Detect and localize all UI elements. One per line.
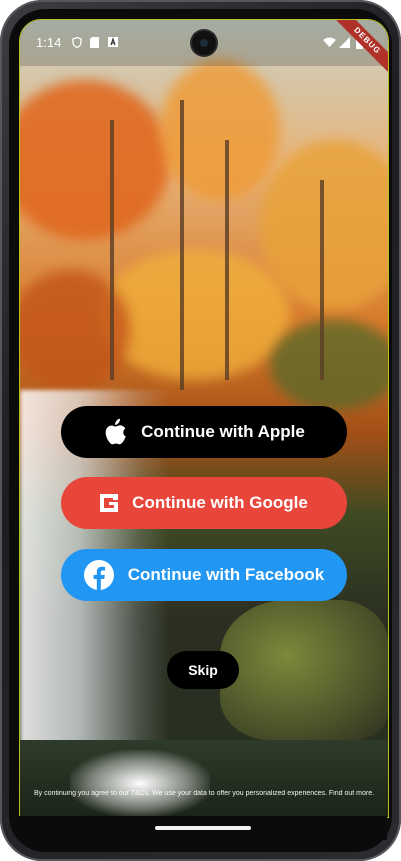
tree-trunk [110,120,114,380]
tree-trunk [320,180,324,380]
foliage [100,250,290,380]
status-time: 1:14 [36,35,62,50]
sim-card-icon [90,37,99,51]
shield-icon [72,36,82,51]
skip-button[interactable]: Skip [167,651,239,689]
tree-trunk [180,100,184,390]
signal-icon [339,37,350,51]
continue-with-facebook-button[interactable]: Continue with Facebook [61,549,347,601]
status-bar: 1:14 DEBUG [20,20,388,77]
foliage [160,60,280,200]
foliage [270,320,388,410]
a-icon [108,37,118,50]
apple-button-label: Continue with Apple [141,422,305,441]
app-screen: 1:14 DEBUG Continue with Apple Continue … [19,19,389,818]
google-icon [100,494,119,512]
continue-with-google-button[interactable]: Continue with Google [61,477,347,529]
apple-icon [103,418,127,446]
facebook-icon [83,560,114,590]
mossy-rock [220,600,388,740]
google-button-label: Continue with Google [132,493,308,512]
wifi-icon [323,37,336,50]
waterfall-mist [70,750,210,817]
front-camera [192,31,216,55]
terms-text[interactable]: By continuing you agree to our T&Cs. We … [28,789,380,799]
tree-trunk [225,140,229,380]
continue-with-apple-button[interactable]: Continue with Apple [61,406,347,458]
facebook-button-label: Continue with Facebook [127,565,325,584]
home-gesture-handle[interactable] [155,826,251,830]
